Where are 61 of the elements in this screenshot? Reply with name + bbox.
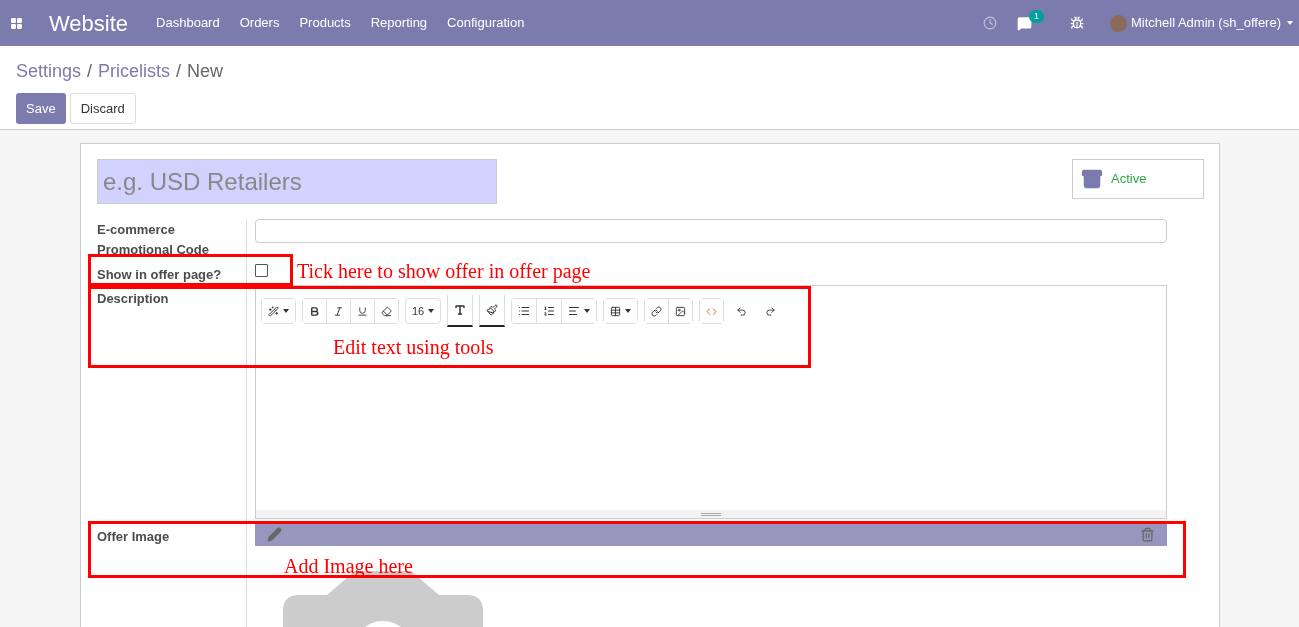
edit-icon[interactable] [267, 527, 282, 542]
discard-button[interactable]: Discard [69, 93, 136, 124]
nav-menu-item[interactable]: Reporting [360, 13, 438, 33]
style-dropdown[interactable] [262, 299, 295, 323]
italic-icon [333, 305, 344, 317]
bullet-list-button[interactable] [512, 299, 538, 323]
breadcrumb-link[interactable]: Settings [16, 58, 82, 85]
nav-menu-item[interactable]: Configuration [437, 13, 535, 33]
save-button[interactable]: Save [16, 93, 66, 124]
breadcrumb-text: / [87, 60, 93, 83]
caret-icon [428, 309, 435, 313]
bold-icon [309, 305, 320, 317]
debug-icon[interactable] [1069, 16, 1084, 30]
field-label: Offer Image [97, 528, 170, 546]
message-count-badge: 1 [1028, 9, 1044, 23]
link-icon [651, 305, 663, 317]
numbered-list-icon [543, 305, 556, 317]
annotation-text: Add Image here [284, 554, 413, 579]
font-size-dropdown[interactable]: 16 [406, 299, 441, 323]
eraser-icon [381, 305, 392, 317]
active-toggle-button[interactable]: Active [1072, 159, 1204, 199]
user-menu[interactable]: Mitchell Admin (sh_offere) [1130, 13, 1293, 33]
brush-icon [486, 304, 499, 316]
breadcrumb-text: New [187, 60, 224, 83]
nav-menu-item[interactable]: Dashboard [146, 13, 230, 33]
archive-box-icon [1081, 168, 1103, 190]
field-label: Description [97, 290, 169, 308]
breadcrumb-link[interactable]: Pricelists [98, 58, 171, 85]
field-label: Show in offer page? [97, 266, 222, 284]
app-title: Website [49, 9, 129, 38]
table-icon [610, 305, 622, 317]
image-icon [675, 305, 687, 317]
link-button[interactable] [645, 299, 670, 323]
pricelist-name-input[interactable]: e.g. USD Retailers [97, 159, 497, 204]
align-left-icon [568, 305, 581, 317]
promo-code-input[interactable] [255, 219, 1167, 243]
bold-button[interactable] [303, 299, 327, 323]
breadcrumb-text: / [176, 60, 182, 83]
clock-icon[interactable] [982, 16, 997, 30]
redo-icon [765, 305, 777, 317]
underline-icon [357, 305, 368, 317]
caret-icon [584, 309, 591, 313]
annotation-text: Tick here to show offer in offer page [297, 259, 591, 285]
delete-icon[interactable] [1140, 527, 1155, 542]
nav-menu-item[interactable]: Orders [229, 13, 290, 33]
annotation-text: Edit text using tools [333, 335, 494, 361]
nav-menu-item[interactable]: Products [289, 13, 361, 33]
offer-page-checkbox[interactable] [255, 264, 268, 277]
undo-icon [736, 305, 748, 317]
resize-handle[interactable] [256, 510, 1166, 518]
highlight-button[interactable] [479, 295, 506, 327]
font-color-button[interactable] [447, 295, 474, 327]
chat-icon[interactable] [1016, 15, 1032, 31]
caret-icon [625, 309, 632, 313]
table-dropdown[interactable] [604, 299, 638, 323]
magic-wand-icon [268, 305, 279, 317]
code-icon [706, 305, 718, 317]
apps-menu-icon[interactable] [10, 16, 23, 30]
caret-icon [283, 309, 289, 313]
bullet-list-icon [518, 305, 531, 317]
field-label: E-commerce Promotional Code [97, 221, 210, 259]
